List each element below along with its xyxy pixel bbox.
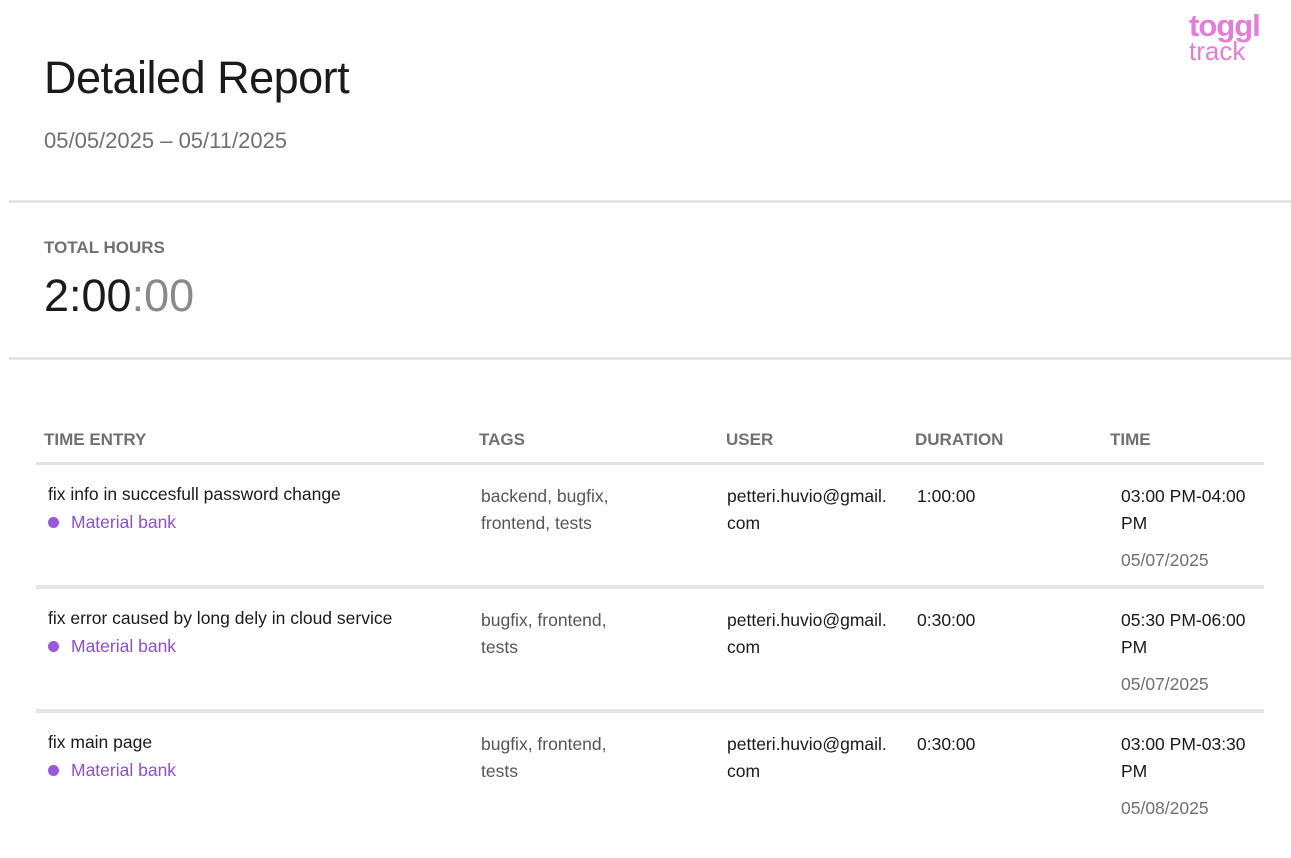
section-divider — [9, 357, 1291, 360]
column-header-tags: TAGS — [479, 430, 525, 449]
column-header-time-entry: TIME ENTRY — [44, 430, 147, 449]
entry-time-range: 03:00 PM-04:00 PM — [1121, 486, 1246, 533]
total-hours-main: 2:00 — [44, 270, 132, 321]
date-range: 05/05/2025 – 05/11/2025 — [44, 128, 288, 153]
entry-description: fix main page — [48, 732, 153, 752]
table-row: fix info in succesfull password change M… — [36, 465, 1264, 589]
column-header-time: TIME — [1110, 430, 1151, 449]
entry-duration: 0:30:00 — [917, 734, 976, 754]
project-name: Material bank — [71, 760, 177, 780]
entry-user: petteri.huvio@gmail.com — [727, 734, 887, 781]
entry-date: 05/07/2025 — [1121, 674, 1209, 694]
project-color-dot — [48, 517, 59, 528]
entry-duration: 1:00:00 — [917, 486, 976, 506]
column-header-duration: DURATION — [915, 430, 1004, 449]
project-color-dot — [48, 765, 59, 776]
page-title: Detailed Report — [44, 52, 350, 103]
total-hours-seconds: :00 — [131, 270, 195, 321]
project-color-dot — [48, 641, 59, 652]
entry-time-range: 03:00 PM-03:30 PM — [1121, 734, 1246, 781]
logo-wordmark-bottom: track — [1189, 36, 1246, 66]
project-name: Material bank — [71, 636, 177, 656]
entry-tags: bugfix, frontend, tests — [481, 734, 607, 781]
entry-tags: bugfix, frontend, tests — [481, 610, 607, 657]
entry-user: petteri.huvio@gmail.com — [727, 610, 887, 657]
toggl-track-logo: toggl track — [1189, 10, 1279, 70]
entry-tags: backend, bugfix, frontend, tests — [481, 486, 609, 533]
entry-date: 05/07/2025 — [1121, 550, 1209, 570]
project-name: Material bank — [71, 512, 177, 532]
table-row: fix error caused by long dely in cloud s… — [36, 589, 1264, 713]
entry-time-range: 05:30 PM-06:00 PM — [1121, 610, 1246, 657]
entry-project: Material bank — [48, 509, 176, 536]
report-page: toggl track Detailed Report 05/05/2025 –… — [0, 0, 1291, 858]
entry-description: fix info in succesfull password change — [48, 484, 341, 504]
column-header-user: USER — [726, 430, 774, 449]
entry-project: Material bank — [48, 633, 176, 660]
total-hours-label: TOTAL HOURS — [44, 238, 165, 257]
total-hours-value: 2:00:00 — [44, 270, 194, 322]
entry-duration: 0:30:00 — [917, 610, 976, 630]
entry-user: petteri.huvio@gmail.com — [727, 486, 887, 533]
section-divider — [9, 200, 1291, 203]
entry-project: Material bank — [48, 757, 176, 784]
entry-description: fix error caused by long dely in cloud s… — [48, 608, 393, 628]
table-row: fix main page Material bank bugfix, fron… — [36, 713, 1264, 837]
entry-date: 05/08/2025 — [1121, 798, 1209, 818]
